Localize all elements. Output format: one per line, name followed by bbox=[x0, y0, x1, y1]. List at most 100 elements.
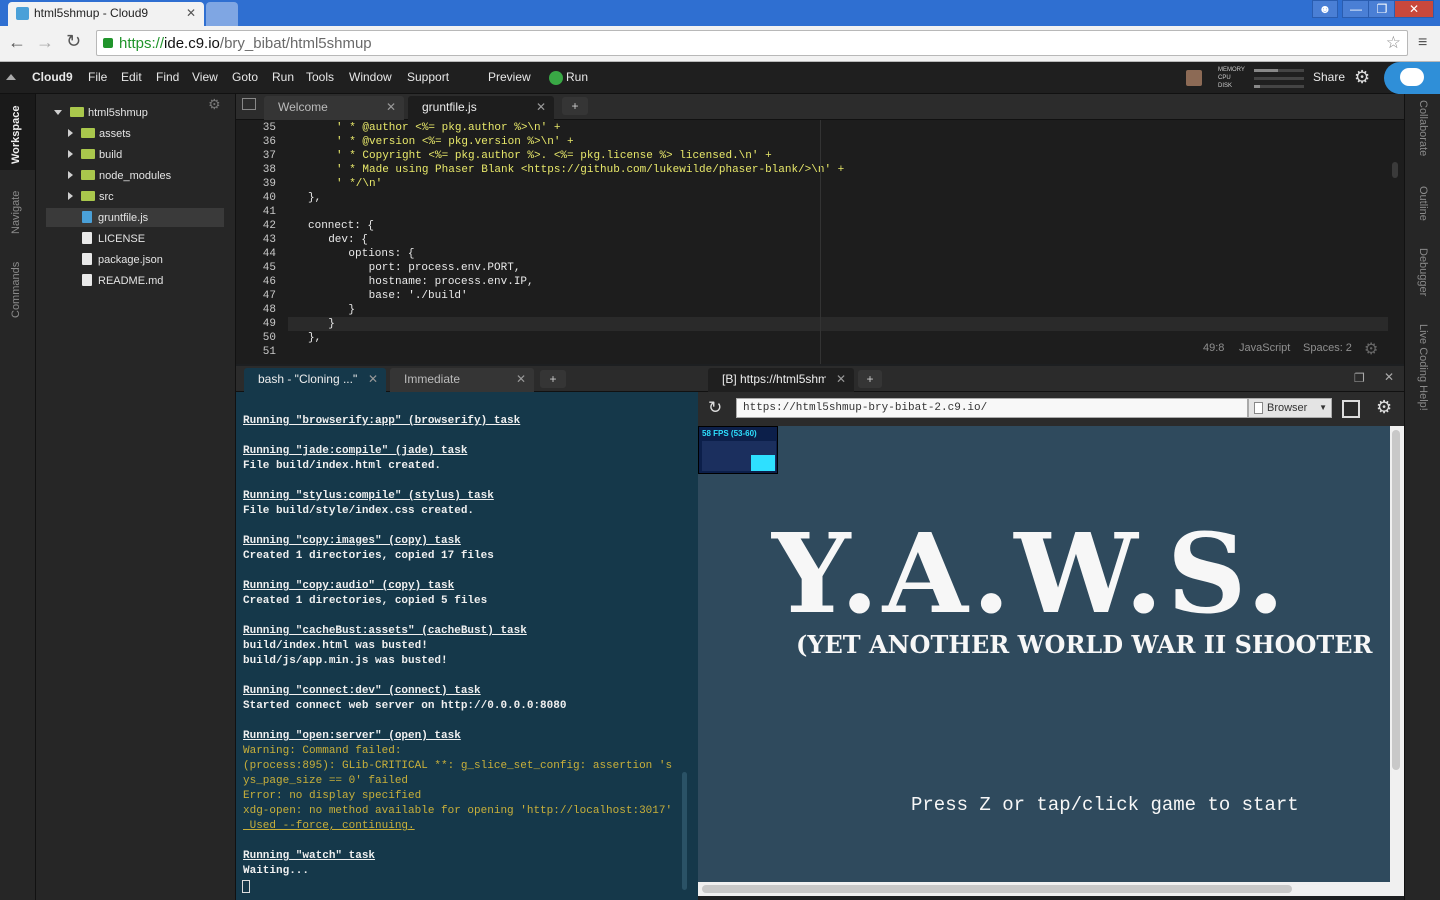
tree-item-label: README.md bbox=[98, 275, 164, 287]
terminal-line: build/index.html was busted! bbox=[243, 640, 428, 652]
close-tab-icon[interactable]: ✕ bbox=[386, 96, 396, 118]
code-line: ' */\n' bbox=[336, 178, 383, 190]
tree-item-package-json[interactable]: package.json bbox=[82, 251, 163, 269]
tab-immediate[interactable]: Immediate ✕ bbox=[390, 368, 534, 392]
tree-item-build[interactable]: build bbox=[68, 146, 122, 164]
code-editor[interactable]: 35 36 37 38 39 40 41 42 43 44 45 46 47 48 49 50 51 ' * @… bbox=[236, 120, 1404, 364]
collaborate-rail-tab[interactable]: Collaborate bbox=[1417, 100, 1429, 156]
preview-mode-select[interactable]: Browser ▼ bbox=[1248, 398, 1332, 418]
menu-support[interactable]: Support bbox=[407, 70, 449, 84]
tree-settings-gear-icon[interactable]: ⚙ bbox=[208, 96, 221, 113]
tree-item-gruntfile[interactable]: gruntfile.js bbox=[82, 209, 148, 227]
close-tab-icon[interactable]: ✕ bbox=[536, 96, 546, 118]
new-preview-plus-icon[interactable]: + bbox=[858, 370, 882, 388]
preview-button[interactable]: Preview bbox=[488, 70, 531, 84]
game-title: Y.A.W.S. bbox=[772, 509, 1289, 638]
menu-tools[interactable]: Tools bbox=[306, 70, 334, 84]
terminal-scrollbar[interactable] bbox=[682, 772, 687, 890]
minimize-window-button[interactable]: — bbox=[1342, 0, 1370, 18]
tab-welcome[interactable]: Welcome ✕ bbox=[264, 96, 404, 120]
share-button[interactable]: Share bbox=[1313, 70, 1345, 84]
menu-file[interactable]: File bbox=[88, 70, 107, 84]
tree-item-label: src bbox=[99, 191, 114, 203]
restore-window-button[interactable]: ❐ bbox=[1368, 0, 1396, 18]
preview-url-input[interactable]: https://html5shmup-bry-bibat-2.c9.io/ bbox=[736, 398, 1248, 418]
tree-root[interactable]: html5shmup bbox=[54, 104, 148, 122]
reload-icon[interactable]: ↻ bbox=[66, 31, 81, 52]
maximize-pane-icon[interactable]: ❐ bbox=[1354, 371, 1365, 385]
browser-tabstrip: html5shmup - Cloud9 ✕ ☻ — ❐ ✕ bbox=[0, 0, 1440, 26]
menu-window[interactable]: Window bbox=[349, 70, 392, 84]
preview-reload-icon[interactable]: ↻ bbox=[708, 398, 722, 418]
browser-chrome: html5shmup - Cloud9 ✕ ☻ — ❐ ✕ ← → ↻ http… bbox=[0, 0, 1440, 62]
close-window-button[interactable]: ✕ bbox=[1394, 0, 1434, 18]
url-host: ide.c9.io bbox=[164, 35, 220, 52]
tab-label: Welcome bbox=[278, 100, 328, 114]
brand-menu[interactable]: Cloud9 bbox=[32, 70, 73, 84]
tab-preview[interactable]: [B] https://html5shmu ✕ bbox=[708, 368, 854, 392]
cloud9-logo-button[interactable] bbox=[1384, 62, 1440, 94]
menu-goto[interactable]: Goto bbox=[232, 70, 258, 84]
game-canvas[interactable]: 58 FPS (53-60) Y.A.W.S. (YET ANOTHER WOR… bbox=[698, 426, 1390, 882]
terminal-line: File build/style/index.css created. bbox=[243, 505, 475, 517]
close-tab-icon[interactable]: ✕ bbox=[836, 368, 846, 390]
debugger-rail-tab[interactable]: Debugger bbox=[1417, 248, 1429, 296]
address-bar[interactable]: https://ide.c9.io/bry_bibat/html5shmup ☆ bbox=[96, 30, 1408, 56]
editor-settings-gear-icon[interactable]: ⚙ bbox=[1364, 339, 1378, 359]
tree-item-src[interactable]: src bbox=[68, 188, 114, 206]
close-tab-icon[interactable]: ✕ bbox=[186, 2, 196, 24]
fps-graph bbox=[751, 455, 775, 471]
run-button[interactable]: Run bbox=[566, 70, 588, 84]
terminal-cursor bbox=[242, 880, 250, 893]
chrome-menu-icon[interactable]: ≡ bbox=[1418, 34, 1427, 52]
tree-item-assets[interactable]: assets bbox=[68, 125, 131, 143]
tab-bash[interactable]: bash - "Cloning ..." ✕ bbox=[244, 368, 386, 392]
close-pane-icon[interactable]: ✕ bbox=[1384, 370, 1394, 384]
line-gutter: 35 36 37 38 39 40 41 42 43 44 45 46 47 48 49 50 51 bbox=[236, 120, 288, 364]
tree-item-node-modules[interactable]: node_modules bbox=[68, 167, 171, 185]
secure-lock-icon bbox=[103, 38, 113, 48]
preview-settings-gear-icon[interactable]: ⚙ bbox=[1376, 397, 1392, 418]
preview-vscrollbar[interactable] bbox=[1390, 426, 1404, 882]
code-line: ' * Made using Phaser Blank <https://git… bbox=[336, 164, 845, 176]
preview-tabbar: [B] https://html5shmu ✕ + ❐ ✕ bbox=[698, 366, 1404, 392]
forward-arrow-icon[interactable]: → bbox=[36, 32, 54, 53]
language-mode[interactable]: JavaScript bbox=[1239, 342, 1290, 354]
preview-hscrollbar[interactable] bbox=[698, 882, 1404, 896]
terminal-line: Running "browserify:app" (browserify) ta… bbox=[243, 415, 521, 427]
close-tab-icon[interactable]: ✕ bbox=[368, 368, 378, 390]
navigate-rail-tab[interactable]: Navigate bbox=[10, 191, 22, 234]
back-arrow-icon[interactable]: ← bbox=[8, 32, 26, 53]
run-play-icon[interactable] bbox=[549, 71, 563, 85]
bookmark-star-icon[interactable]: ☆ bbox=[1386, 33, 1401, 53]
terminal-output[interactable]: Running "browserify:app" (browserify) ta… bbox=[236, 392, 698, 900]
new-tab-button[interactable] bbox=[206, 2, 238, 26]
new-tab-plus-icon[interactable]: + bbox=[562, 97, 588, 115]
settings-gear-icon[interactable]: ⚙ bbox=[1354, 67, 1370, 88]
menu-edit[interactable]: Edit bbox=[121, 70, 142, 84]
code-line: ' * Copyright <%= pkg.author %>. <%= pkg… bbox=[336, 150, 772, 162]
browser-tab-active[interactable]: html5shmup - Cloud9 ✕ bbox=[8, 2, 204, 26]
indent-setting[interactable]: Spaces: 2 bbox=[1303, 342, 1352, 354]
live-coding-help-rail-tab[interactable]: Live Coding Help! bbox=[1417, 324, 1429, 411]
close-tab-icon[interactable]: ✕ bbox=[516, 368, 526, 390]
workspace-rail-tab[interactable]: Workspace bbox=[10, 106, 22, 165]
tab-menu-icon[interactable] bbox=[242, 98, 256, 110]
menu-run[interactable]: Run bbox=[272, 70, 294, 84]
collapse-menu-icon[interactable] bbox=[6, 74, 16, 80]
tab-gruntfile[interactable]: gruntfile.js ✕ bbox=[408, 96, 554, 120]
popout-window-icon[interactable] bbox=[1342, 400, 1360, 418]
menu-view[interactable]: View bbox=[192, 70, 218, 84]
user-profile-icon[interactable]: ☻ bbox=[1312, 0, 1338, 18]
editor-scrollbar[interactable] bbox=[1392, 162, 1398, 178]
new-terminal-plus-icon[interactable]: + bbox=[540, 370, 566, 388]
commands-rail-tab[interactable]: Commands bbox=[10, 262, 22, 318]
cursor-position[interactable]: 49:8 bbox=[1203, 342, 1224, 354]
tree-item-readme[interactable]: README.md bbox=[82, 272, 163, 290]
outline-rail-tab[interactable]: Outline bbox=[1417, 186, 1429, 221]
terminal-line: Running "copy:images" (copy) task bbox=[243, 535, 461, 547]
menu-find[interactable]: Find bbox=[156, 70, 179, 84]
tree-item-license[interactable]: LICENSE bbox=[82, 230, 145, 248]
avatar[interactable] bbox=[1186, 70, 1202, 86]
browser-tab-label: html5shmup - Cloud9 bbox=[34, 6, 149, 20]
